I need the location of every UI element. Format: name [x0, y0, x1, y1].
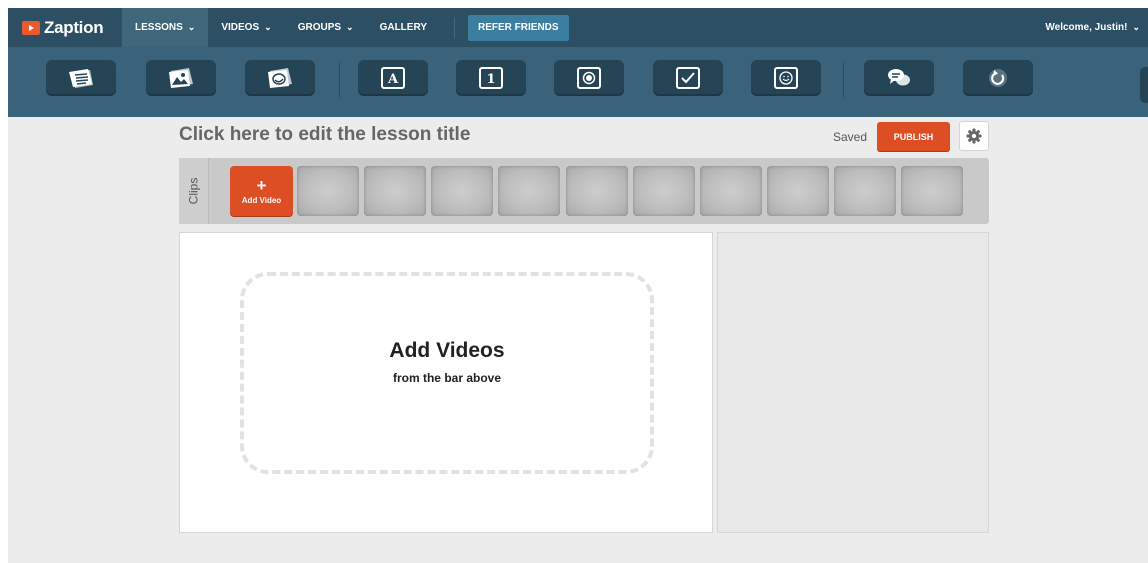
clip-slot[interactable]	[498, 166, 560, 216]
add-video-button[interactable]: + Add Video	[230, 166, 293, 216]
nav-gallery-label: GALLERY	[379, 22, 427, 33]
chevron-down-icon: ⌄	[1132, 22, 1140, 32]
toolbar-scroll-tab[interactable]	[1140, 67, 1148, 103]
dropzone-title: Add Videos	[389, 339, 505, 362]
clip-slot[interactable]	[901, 166, 963, 216]
chevron-down-icon: ⌄	[346, 22, 354, 32]
open-response-button[interactable]: A	[358, 60, 428, 96]
multiple-choice-icon	[577, 67, 601, 89]
clip-slot[interactable]	[767, 166, 829, 216]
clip-slot[interactable]	[633, 166, 695, 216]
settings-button[interactable]	[959, 121, 989, 151]
gear-icon	[966, 128, 982, 144]
multiple-choice-button[interactable]	[554, 60, 624, 96]
nav-groups[interactable]: GROUPS ⌄	[285, 8, 367, 47]
nav-lessons-label: LESSONS	[135, 22, 183, 33]
image-slide-button[interactable]	[146, 60, 216, 96]
element-toolbar: A 1	[8, 47, 1148, 117]
svg-text:A: A	[387, 72, 399, 87]
refer-friends-button[interactable]: REFER FRIENDS	[468, 14, 569, 41]
draw-response-button[interactable]	[751, 60, 821, 96]
play-icon	[22, 20, 40, 35]
nav-lessons[interactable]: LESSONS ⌄	[122, 8, 209, 47]
text-slide-icon	[69, 69, 93, 88]
top-nav: Zaption LESSONS ⌄ VIDEOS ⌄ GROUPS ⌄ GALL…	[8, 8, 1148, 47]
image-slide-icon	[169, 68, 193, 88]
nav-videos-label: VIDEOS	[221, 22, 260, 33]
open-response-icon: A	[381, 67, 405, 89]
discussion-button[interactable]	[864, 60, 934, 96]
lesson-title[interactable]: Click here to edit the lesson title	[179, 124, 470, 146]
numerical-icon: 1	[479, 67, 503, 89]
clips-label-text: Clips	[186, 177, 201, 205]
nav-videos[interactable]: VIDEOS ⌄	[208, 8, 284, 47]
draw-response-icon	[774, 67, 798, 89]
zaption-logo[interactable]: Zaption	[22, 18, 122, 38]
user-menu[interactable]: Welcome, Justin! ⌄	[1045, 22, 1140, 33]
numerical-button[interactable]: 1	[456, 60, 526, 96]
plus-icon: +	[256, 175, 267, 195]
jump-button[interactable]	[963, 60, 1033, 96]
toolbar-divider	[843, 63, 844, 97]
svg-text:1: 1	[486, 72, 495, 87]
clips-bar: Clips + Add Video	[179, 158, 989, 224]
nav-groups-label: GROUPS	[297, 22, 342, 33]
chevron-down-icon: ⌄	[187, 22, 196, 32]
publish-button[interactable]: PUBLISH	[877, 122, 950, 151]
discussion-icon	[888, 69, 910, 86]
clips-label: Clips	[179, 158, 209, 224]
clip-slot[interactable]	[834, 166, 896, 216]
check-boxes-icon	[676, 67, 700, 89]
chevron-down-icon: ⌄	[264, 22, 272, 32]
drawing-slide-button[interactable]	[245, 60, 315, 96]
text-slide-button[interactable]	[46, 60, 116, 96]
clip-slot[interactable]	[700, 166, 762, 216]
drawing-slide-icon	[268, 68, 292, 88]
brand-name: Zaption	[44, 17, 104, 37]
clip-slot[interactable]	[431, 166, 493, 216]
clip-slot[interactable]	[566, 166, 628, 216]
add-video-label: Add Video	[241, 195, 282, 205]
check-boxes-button[interactable]	[653, 60, 723, 96]
jump-icon	[989, 69, 1007, 87]
nav-gallery[interactable]: GALLERY	[367, 8, 440, 47]
nav-divider	[454, 16, 455, 39]
dropzone-subtitle: from the bar above	[392, 371, 502, 385]
clip-slot[interactable]	[364, 166, 426, 216]
side-panel	[717, 232, 989, 533]
clip-slot[interactable]	[297, 166, 359, 216]
welcome-label: Welcome, Justin!	[1045, 22, 1128, 33]
toolbar-divider	[339, 63, 340, 97]
save-status: Saved	[833, 130, 868, 144]
